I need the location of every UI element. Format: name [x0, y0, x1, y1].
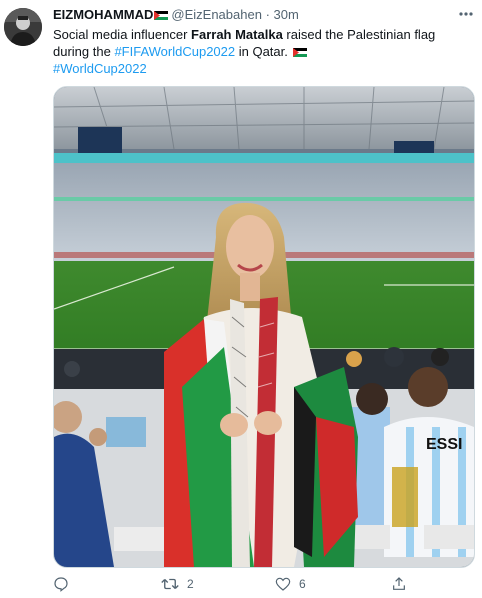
separator-dot: ·	[265, 7, 270, 22]
share-icon	[393, 577, 405, 590]
more-dots-icon[interactable]	[456, 8, 476, 20]
tweet-header: EIZMOHAMMAD @EizEnabahen · 30m	[53, 7, 474, 25]
user-handle[interactable]: @EizEnabahen	[171, 7, 262, 22]
retweet-count: 2	[187, 577, 194, 591]
share-button[interactable]	[391, 574, 415, 594]
tweet-photo[interactable]: ESSI	[53, 86, 475, 568]
hashtag-link[interactable]: #WorldCup2022	[53, 61, 147, 76]
jersey-text: ESSI	[426, 436, 462, 453]
like-count: 6	[299, 577, 306, 591]
avatar[interactable]	[4, 8, 42, 46]
tweet-text-part: Social media influencer	[53, 27, 192, 42]
retweet-icon	[161, 578, 179, 590]
reply-icon	[54, 577, 68, 592]
stadium-photo: ESSI	[54, 87, 474, 567]
heart-icon	[275, 577, 291, 591]
retweet-button[interactable]: 2	[161, 574, 194, 594]
palestinian-flag-icon	[292, 48, 307, 57]
tweet-text-bold: Farrah Matalka	[191, 27, 283, 42]
hashtag-link[interactable]: #FIFAWorldCup2022	[114, 44, 235, 59]
reply-button[interactable]	[53, 574, 77, 594]
tweet-timestamp[interactable]: 30m	[274, 7, 299, 22]
palestinian-flag-icon	[154, 11, 169, 20]
display-name[interactable]: EIZMOHAMMAD	[53, 7, 153, 22]
tweet[interactable]: EIZMOHAMMAD @EizEnabahen · 30m Social med…	[0, 0, 482, 598]
tweet-text: Social media influencer Farrah Matalka r…	[53, 26, 473, 77]
tweet-actions: 2 6	[53, 574, 473, 594]
like-button[interactable]: 6	[275, 574, 306, 594]
tweet-text-part: in Qatar.	[235, 44, 292, 59]
